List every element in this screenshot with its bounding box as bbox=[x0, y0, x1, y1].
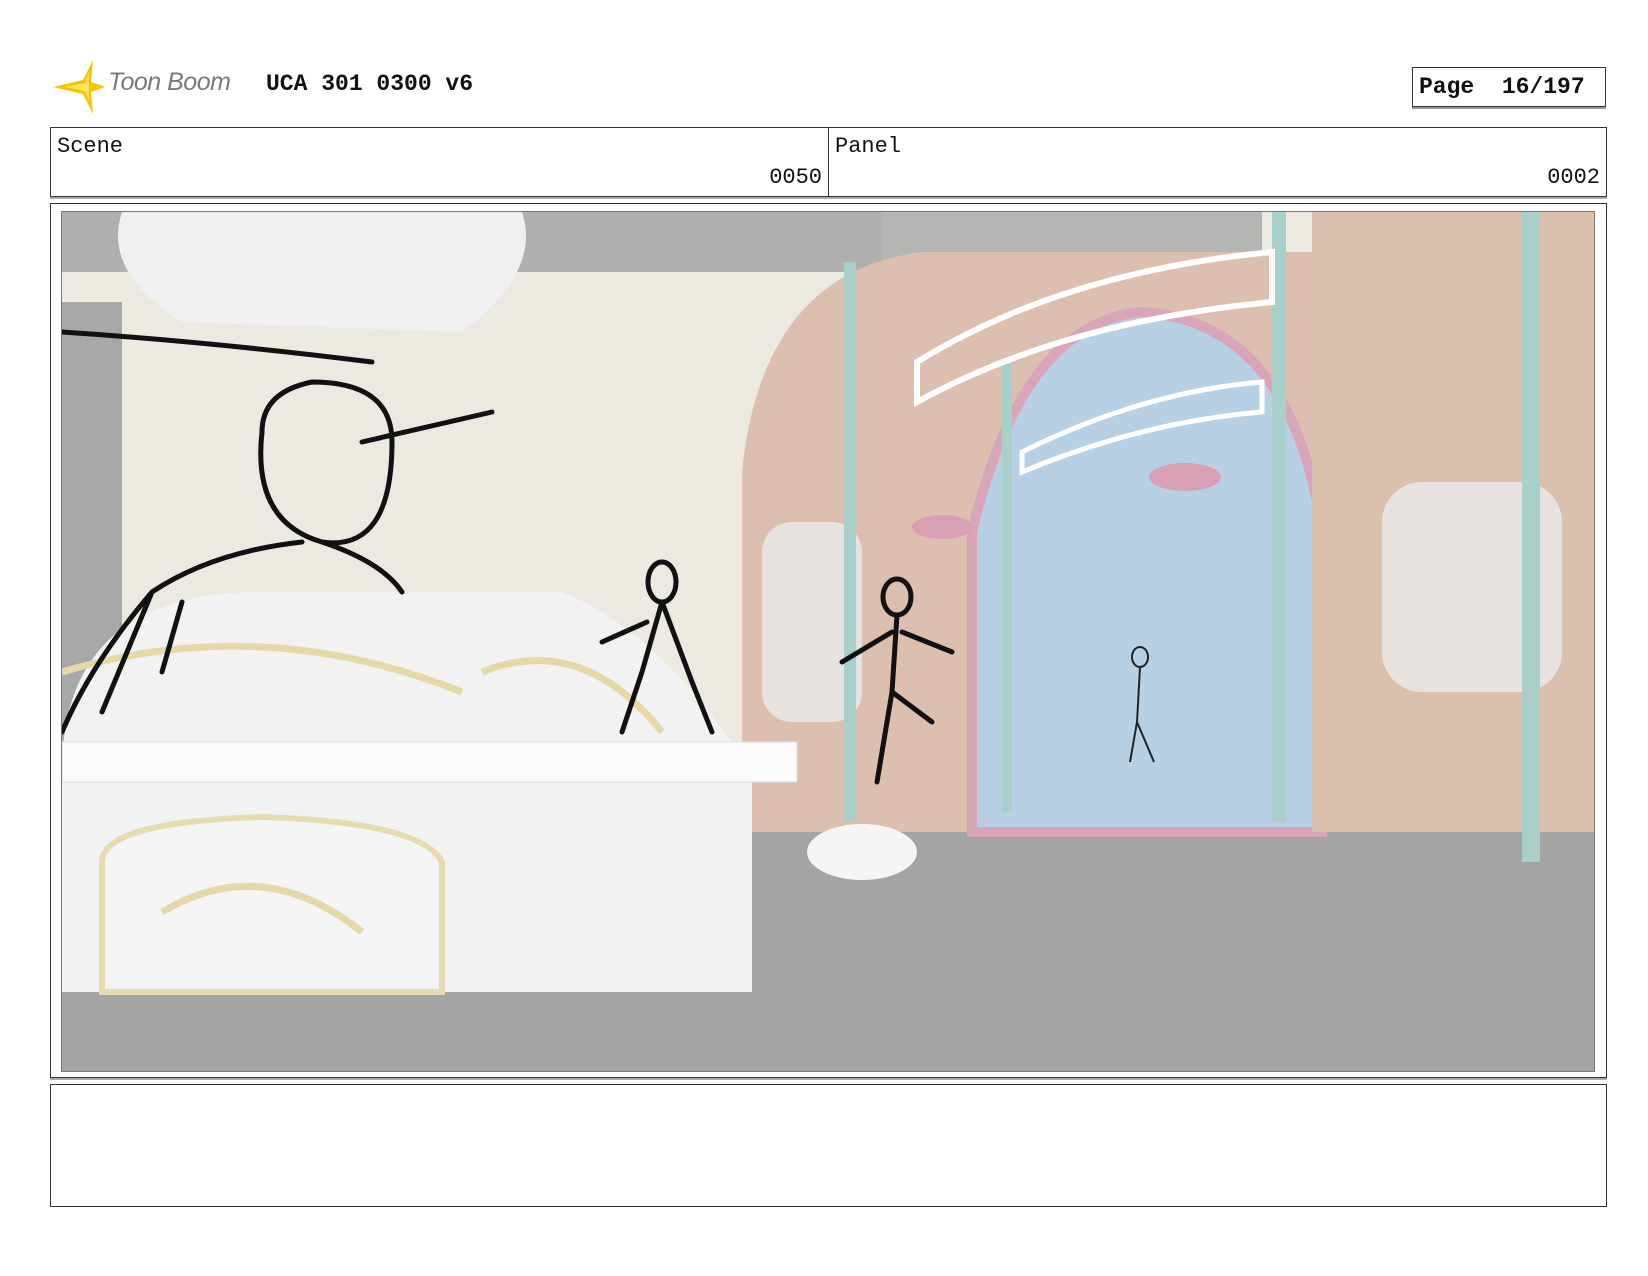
panel-cell: Panel 0002 bbox=[829, 128, 1606, 196]
panel-value: 0002 bbox=[1547, 165, 1600, 190]
scene-value: 0050 bbox=[769, 165, 822, 190]
page-indicator: Page 16/197 bbox=[1412, 67, 1606, 107]
notes-box bbox=[50, 1084, 1607, 1207]
scene-label: Scene bbox=[57, 134, 124, 159]
storyboard-panel-image bbox=[61, 211, 1595, 1072]
panel-label: Panel bbox=[835, 134, 902, 159]
project-title: UCA 301 0300 v6 bbox=[266, 71, 474, 97]
page-value: 16/197 bbox=[1501, 74, 1585, 100]
scene-panel-info: Scene 0050 Panel 0002 bbox=[50, 127, 1607, 197]
logo-text: Toon Boom bbox=[108, 68, 231, 96]
page-label: Page bbox=[1419, 74, 1475, 100]
scene-cell: Scene 0050 bbox=[51, 128, 829, 196]
